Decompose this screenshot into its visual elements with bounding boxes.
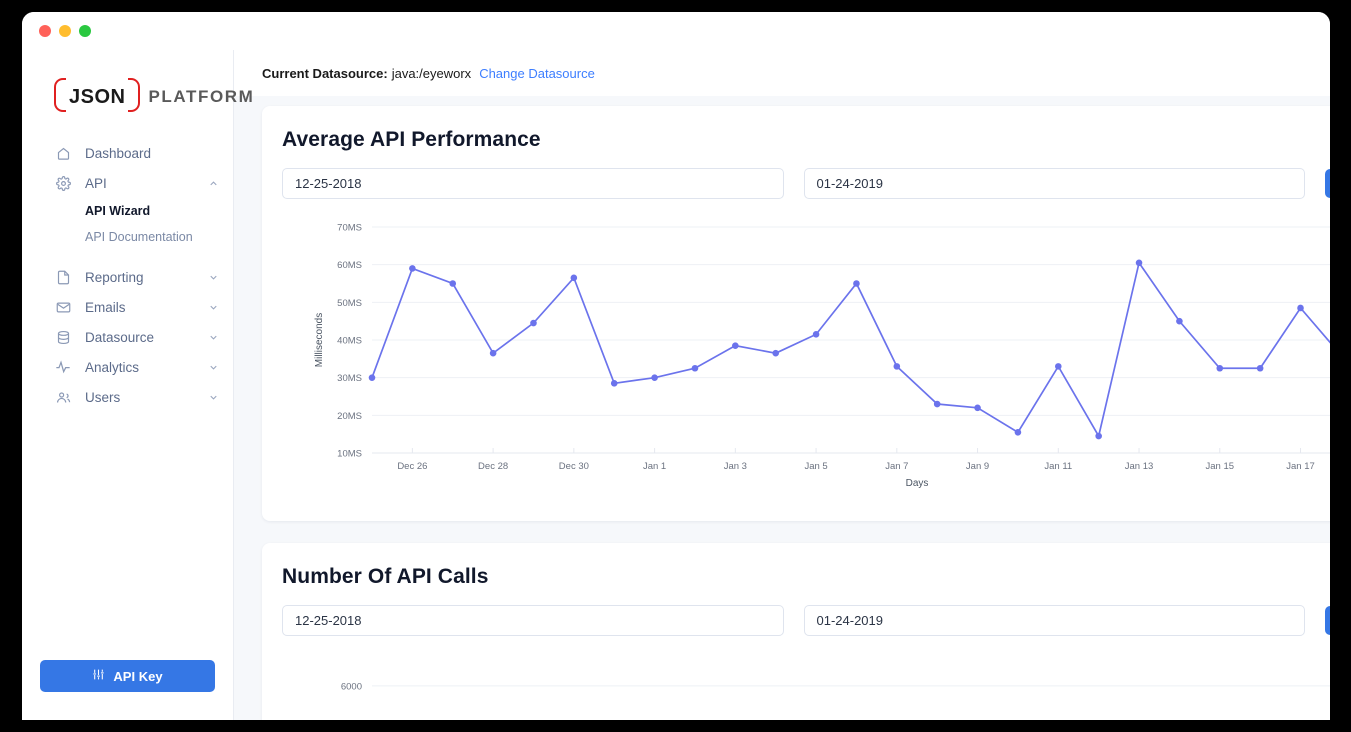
sidebar-item-label: Datasource: [85, 329, 155, 345]
svg-text:Jan 11: Jan 11: [1044, 461, 1072, 472]
brace-left-icon: [54, 77, 66, 112]
logo-json-text: JSON: [54, 77, 141, 112]
svg-text:6000: 6000: [341, 681, 362, 692]
svg-text:50MS: 50MS: [337, 298, 362, 309]
svg-text:Jan 15: Jan 15: [1206, 461, 1235, 472]
sidebar: JSON PLATFORM Dashboard API API Wizard A…: [22, 50, 253, 720]
svg-text:20MS: 20MS: [337, 411, 362, 422]
page-title: Number Of API Calls: [282, 565, 489, 588]
window-titlebar: [22, 12, 1330, 50]
datasource-value: java:/eyeworx: [391, 65, 472, 81]
svg-text:10MS: 10MS: [337, 449, 362, 460]
svg-text:Dec 26: Dec 26: [397, 461, 427, 472]
no-chevron-icon: [207, 147, 219, 159]
sidebar-item-label: Reporting: [85, 269, 144, 285]
logo-platform-label: PLATFORM: [148, 87, 255, 106]
end-date-input[interactable]: [803, 605, 1305, 636]
sidebar-item-label: Emails: [85, 299, 126, 315]
envelope-icon: [54, 298, 72, 316]
card-number-of-api-calls: Number Of API Calls Generate Report 5000…: [262, 543, 1330, 720]
chevron-down-icon[interactable]: [207, 331, 219, 343]
svg-text:70MS: 70MS: [337, 223, 362, 234]
svg-text:Jan 9: Jan 9: [966, 461, 989, 472]
close-icon[interactable]: [39, 25, 51, 37]
gear-icon: [54, 174, 72, 192]
report-controls: Generate Report: [262, 168, 1330, 199]
datasource-bar: Current Datasource: java:/eyeworx Change…: [234, 50, 1330, 96]
pulse-icon: [54, 358, 72, 376]
cards-scroll-area[interactable]: Average API Performance Generate Report …: [234, 96, 1330, 720]
svg-text:Jan 1: Jan 1: [643, 461, 666, 472]
sidebar-item-api[interactable]: API: [22, 168, 233, 198]
sidebar-item-label: API: [85, 175, 107, 191]
svg-text:Dec 30: Dec 30: [559, 461, 589, 472]
card-average-api-performance: Average API Performance Generate Report …: [262, 106, 1330, 521]
chevron-down-icon[interactable]: [207, 391, 219, 403]
sidebar-item-label: Users: [85, 389, 121, 405]
users-icon: [54, 388, 72, 406]
api-key-section: API Key: [22, 660, 233, 720]
sidebar-item-analytics[interactable]: Analytics: [22, 352, 233, 382]
line-chart-svg: 50006000: [341, 681, 1330, 692]
svg-text:Days: Days: [906, 478, 929, 489]
brace-right-icon: [128, 77, 141, 112]
sidebar-item-label: Dashboard: [85, 145, 152, 161]
brand-logo: JSON PLATFORM: [22, 50, 253, 122]
sidebar-item-emails[interactable]: Emails: [22, 292, 233, 322]
sidebar-item-label: Analytics: [85, 359, 140, 375]
page-title: Average API Performance: [282, 128, 541, 151]
maximize-icon[interactable]: [79, 25, 91, 37]
app-window: JSON PLATFORM Dashboard API API Wizard A…: [22, 12, 1330, 720]
svg-text:Dec 28: Dec 28: [478, 461, 508, 472]
sidebar-subitem-label: API Wizard: [85, 204, 151, 218]
chevron-down-icon[interactable]: [207, 271, 219, 283]
change-datasource-link[interactable]: Change Datasource: [479, 66, 595, 81]
svg-text:Jan 13: Jan 13: [1125, 461, 1154, 472]
sidebar-subitem-label: API Documentation: [85, 230, 193, 244]
logo-json-label: JSON: [69, 85, 126, 108]
sidebar-item-dashboard[interactable]: Dashboard: [22, 138, 233, 168]
sidebar-item-api-documentation[interactable]: API Documentation: [22, 224, 233, 250]
api-key-label: API Key: [113, 668, 163, 684]
generate-report-button[interactable]: Generate Report: [1325, 606, 1330, 635]
sidebar-item-reporting[interactable]: Reporting: [22, 262, 233, 292]
svg-text:30MS: 30MS: [337, 373, 362, 384]
chart-average-api-performance: 10MS 20MS 30MS 40MS 50MS 60MS 70MS Milliseconds…: [262, 199, 1330, 521]
svg-text:Jan 3: Jan 3: [724, 461, 747, 472]
sliders-icon: [92, 668, 105, 684]
chevron-up-icon[interactable]: [207, 177, 219, 189]
api-key-button[interactable]: API Key: [40, 660, 215, 692]
sidebar-item-users[interactable]: Users: [22, 382, 233, 412]
main-content: Current Datasource: java:/eyeworx Change…: [234, 50, 1330, 720]
line-chart-svg: 10MS 20MS 30MS 40MS 50MS 60MS 70MS Milliseconds…: [314, 223, 1330, 489]
svg-text:Jan 7: Jan 7: [885, 461, 908, 472]
svg-text:40MS: 40MS: [337, 336, 362, 347]
database-icon: [54, 328, 72, 346]
document-icon: [54, 268, 72, 286]
minimize-icon[interactable]: [59, 25, 71, 37]
svg-text:Jan 5: Jan 5: [804, 461, 827, 472]
sidebar-nav: Dashboard API API Wizard API Documentati…: [22, 138, 233, 412]
generate-report-button[interactable]: Generate Report: [1325, 169, 1330, 198]
sidebar-item-datasource[interactable]: Datasource: [22, 322, 233, 352]
svg-text:Milliseconds: Milliseconds: [314, 313, 325, 367]
chevron-down-icon[interactable]: [207, 301, 219, 313]
chart-number-of-api-calls: 50006000: [262, 636, 1330, 720]
end-date-input[interactable]: [803, 168, 1305, 199]
report-controls: Generate Report: [262, 605, 1330, 636]
start-date-input[interactable]: [282, 605, 784, 636]
chevron-down-icon[interactable]: [207, 361, 219, 373]
home-icon: [54, 144, 72, 162]
svg-text:60MS: 60MS: [337, 260, 362, 271]
datasource-label: Current Datasource:: [262, 65, 388, 81]
sidebar-item-api-wizard[interactable]: API Wizard: [22, 198, 233, 224]
app-body: JSON PLATFORM Dashboard API API Wizard A…: [22, 50, 1330, 720]
svg-text:Jan 17: Jan 17: [1286, 461, 1315, 472]
start-date-input[interactable]: [282, 168, 784, 199]
